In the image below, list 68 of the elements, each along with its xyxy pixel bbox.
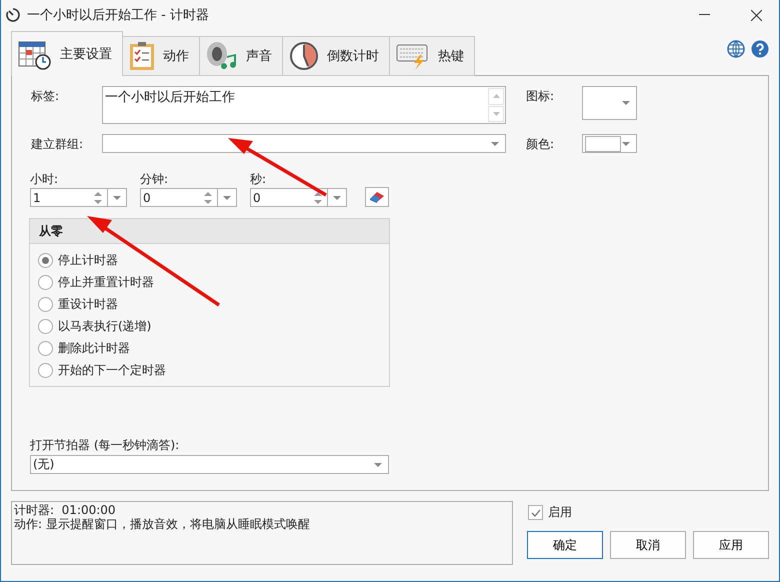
dialog-button[interactable]: 确定 (527, 531, 603, 559)
radio-label: 停止计时器 (58, 252, 118, 268)
tab[interactable]: 倒数计时 (282, 36, 390, 76)
pie-clock-icon (289, 41, 319, 71)
metronome-dropdown[interactable]: (无) (30, 455, 389, 474)
time-label: 分钟: (140, 171, 170, 188)
clipboard-checklist-icon (129, 41, 155, 71)
field-label: 颜色: (526, 136, 556, 153)
summary-line: 计时器: 01:00:00 (14, 503, 117, 517)
globe-icon[interactable] (727, 40, 745, 58)
spin-arrows-icon[interactable] (314, 190, 322, 204)
radio-label: 删除此计时器 (58, 340, 130, 356)
scroll-up-button[interactable] (488, 88, 504, 104)
minimize-icon (698, 14, 710, 16)
radio-button[interactable] (38, 340, 53, 356)
checkbox-label: 启用 (548, 504, 572, 521)
tab[interactable]: 声音 (199, 36, 283, 76)
dropdown-arrow-icon[interactable] (113, 196, 121, 200)
time-spinner[interactable]: 0 (140, 188, 237, 207)
eraser-button[interactable] (365, 187, 389, 207)
dropdown-arrow-icon[interactable] (223, 196, 231, 200)
up-arrow-icon (492, 94, 500, 98)
time-spinner[interactable]: 1 (30, 188, 127, 207)
checkmark-icon (530, 508, 540, 516)
metronome-label: 打开节拍器 (每一秒钟滴答): (30, 437, 180, 454)
color-dropdown[interactable] (582, 134, 637, 153)
field-label: 标签: (31, 88, 60, 105)
dialog-button[interactable]: 应用 (693, 531, 769, 559)
color-swatch (585, 136, 621, 152)
time-label: 秒: (250, 171, 268, 188)
label-text-area[interactable]: 一个小时以后开始工作 (102, 86, 506, 124)
summary-line: 动作: 显示提醒窗口，播放音效，将电脑从睡眠模式唤醒 (14, 517, 311, 531)
spin-arrows-icon[interactable] (204, 190, 212, 204)
tab[interactable]: 主要设置 (11, 31, 123, 76)
time-spinner[interactable]: 0 (250, 188, 347, 207)
dropdown-arrow-icon[interactable] (622, 142, 630, 146)
time-label: 小时: (30, 171, 60, 188)
window-title: 一个小时以后开始工作 - 计时器 (27, 7, 210, 24)
close-icon (750, 10, 762, 20)
speaker-music-icon (206, 40, 238, 72)
radio-button[interactable] (38, 274, 53, 290)
dialog-button[interactable]: 取消 (610, 531, 686, 559)
dropdown-arrow-icon[interactable] (622, 101, 630, 105)
radio-label: 以马表执行(递增) (58, 318, 152, 334)
radio-label: 重设计时器 (58, 296, 118, 312)
stopwatch-icon (5, 7, 21, 23)
scroll-down-button[interactable] (488, 106, 504, 122)
group-title: 从零 (30, 219, 389, 244)
spin-arrows-icon[interactable] (94, 190, 102, 204)
field-label: 图标: (526, 88, 556, 105)
eraser-icon (369, 191, 385, 203)
tab[interactable]: 热键 (389, 36, 475, 76)
group-dropdown[interactable] (102, 134, 506, 153)
radio-button[interactable] (38, 296, 53, 312)
help-icon[interactable] (751, 40, 769, 58)
radio-label: 开始的下一个定时器 (58, 362, 166, 378)
down-arrow-icon (492, 112, 500, 116)
dropdown-arrow-icon[interactable] (333, 196, 341, 200)
field-label: 建立群组: (31, 136, 84, 153)
dropdown-arrow-icon[interactable] (374, 462, 382, 466)
checkbox[interactable] (528, 505, 543, 520)
tab[interactable]: 动作 (122, 36, 200, 76)
radio-label: 停止并重置计时器 (58, 274, 154, 290)
icon-dropdown[interactable] (582, 86, 637, 120)
radio-button[interactable] (38, 252, 53, 268)
radio-button[interactable] (38, 362, 53, 378)
dropdown-arrow-icon[interactable] (491, 142, 499, 146)
radio-button[interactable] (38, 318, 53, 334)
